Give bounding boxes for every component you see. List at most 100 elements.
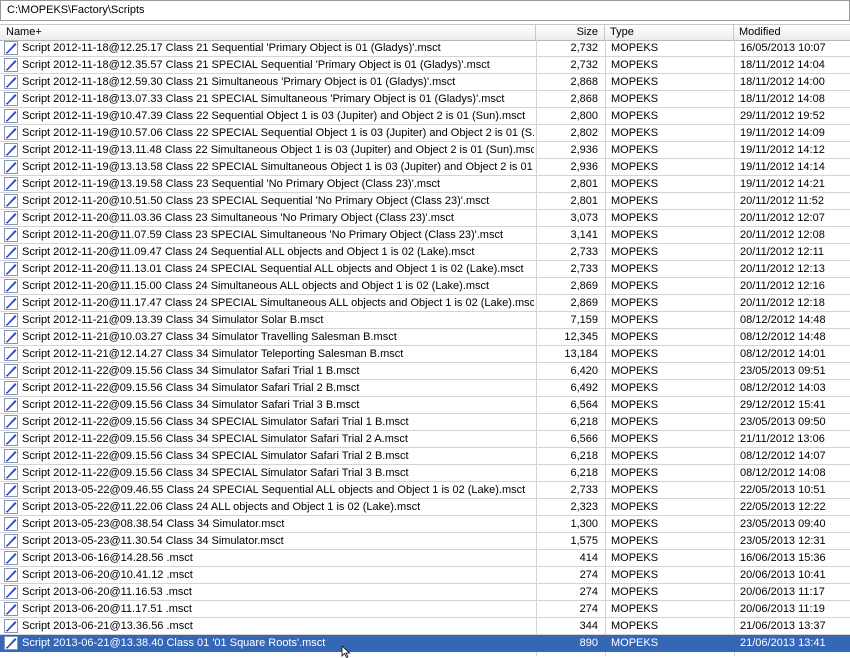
file-row[interactable]: Script 2012-11-22@09.15.56 Class 34 SPEC… [0,431,850,448]
file-name: Script 2013-06-21@13.38.40 Class 01 '01 … [22,637,326,649]
file-type: MOPEKS [611,93,659,105]
file-type: MOPEKS [611,76,659,88]
file-modified: 20/06/2013 10:41 [740,569,826,581]
file-modified: 20/11/2012 11:52 [740,195,825,207]
file-row[interactable]: Script 2012-11-20@11.09.47 Class 24 Sequ… [0,244,850,261]
script-file-icon [4,585,18,599]
file-modified: 19/11/2012 14:21 [740,178,825,190]
file-size: 12,345 [564,331,598,343]
file-modified: 22/05/2013 10:51 [740,484,826,496]
file-name: Script 2013-06-20@11.17.51 .msct [22,603,192,615]
file-modified: 08/12/2012 14:48 [740,314,826,326]
file-name: Script 2012-11-20@11.15.00 Class 24 Simu… [22,280,490,292]
file-row[interactable]: Script 2012-11-20@11.17.47 Class 24 SPEC… [0,295,850,312]
file-size: 2,732 [570,59,598,71]
file-size: 6,420 [570,365,598,377]
file-row[interactable]: Script 2013-06-20@11.17.51 .msct 274 MOPEK… [0,601,850,618]
script-file-icon [4,330,18,344]
file-row[interactable]: Script 2012-11-19@13.11.48 Class 22 Simu… [0,142,850,159]
file-name: Script 2012-11-21@09.13.39 Class 34 Simu… [22,314,324,326]
file-row[interactable]: Script 2012-11-19@10.47.39 Class 22 Sequ… [0,108,850,125]
script-file-icon [4,466,18,480]
file-size: 2,936 [570,161,598,173]
file-row[interactable]: Script 2012-11-18@12.35.57 Class 21 SPEC… [0,57,850,74]
file-type: MOPEKS [611,620,659,632]
file-row[interactable]: Script 2012-11-21@10.03.27 Class 34 Simu… [0,329,850,346]
file-size: 2,733 [570,263,598,275]
file-size: 6,564 [570,399,598,411]
file-row[interactable]: Script 2012-11-20@11.13.01 Class 24 SPEC… [0,261,850,278]
file-modified: 23/05/2013 09:40 [740,518,826,530]
file-row[interactable]: Script 2013-05-23@08.38.54 Class 34 Simu… [0,516,850,533]
file-type: MOPEKS [611,229,659,241]
file-size: 7,159 [570,314,598,326]
script-file-icon [4,551,18,565]
script-file-icon [4,160,18,174]
file-type: MOPEKS [611,416,659,428]
file-name: Script 2012-11-22@09.15.56 Class 34 Simu… [22,382,360,394]
script-file-icon [4,381,18,395]
file-row[interactable]: Script 2013-06-20@11.16.53 .msct 274 MOPEK… [0,584,850,601]
column-header-bar: Name+ Size Type Modified [0,24,850,41]
file-modified: 16/06/2013 15:36 [740,552,826,564]
script-file-icon [4,449,18,463]
file-row[interactable]: Script 2012-11-22@09.15.56 Class 34 Simu… [0,397,850,414]
file-row[interactable]: Script 2012-11-22@09.15.56 Class 34 Simu… [0,363,850,380]
file-type: MOPEKS [611,382,659,394]
file-type: MOPEKS [611,569,659,581]
file-size: 890 [579,637,598,649]
file-row[interactable]: Script 2012-11-19@13.19.58 Class 23 Sequ… [0,176,850,193]
script-file-icon [4,41,18,55]
file-modified: 08/12/2012 14:07 [740,450,826,462]
file-modified: 19/11/2012 14:12 [740,144,825,156]
file-type: MOPEKS [611,552,659,564]
script-file-icon [4,568,18,582]
file-name: Script 2013-06-20@11.16.53 .msct [22,586,192,598]
column-header-modified[interactable]: Modified [734,25,850,40]
script-file-icon [4,619,18,633]
file-type: MOPEKS [611,637,659,649]
file-row[interactable]: Script 2012-11-22@09.15.56 Class 34 SPEC… [0,465,850,482]
column-header-type[interactable]: Type [605,25,734,40]
column-header-size[interactable]: Size [536,25,605,40]
file-row[interactable]: Script 2013-06-20@10.41.12 .msct 274 MOPEK… [0,567,850,584]
file-row[interactable]: Script 2013-06-21@13.38.40 Class 01 '01 … [0,635,850,652]
file-type: MOPEKS [611,331,659,343]
file-modified: 08/12/2012 14:01 [740,348,826,360]
file-row[interactable]: Script 2013-05-23@11.30.54 Class 34 Simu… [0,533,850,550]
script-file-icon [4,109,18,123]
file-row[interactable]: Script 2013-05-22@09.46.55 Class 24 SPEC… [0,482,850,499]
file-type: MOPEKS [611,110,659,122]
file-name: Script 2012-11-22@09.15.56 Class 34 SPEC… [22,467,409,479]
file-size: 2,323 [570,501,598,513]
file-row[interactable]: Script 2013-05-22@11.22.06 Class 24 ALL … [0,499,850,516]
file-row[interactable]: Script 2012-11-19@13.13.58 Class 22 SPEC… [0,159,850,176]
file-row[interactable]: Script 2012-11-18@13.07.33 Class 21 SPEC… [0,91,850,108]
file-row[interactable]: Script 2012-11-18@12.59.30 Class 21 Simu… [0,74,850,91]
column-header-name[interactable]: Name+ [0,25,536,40]
file-type: MOPEKS [611,212,659,224]
file-row[interactable]: Script 2012-11-21@12.14.27 Class 34 Simu… [0,346,850,363]
file-row[interactable]: Script 2012-11-19@10.57.06 Class 22 SPEC… [0,125,850,142]
script-file-icon [4,228,18,242]
address-bar[interactable]: C:\MOPEKS\Factory\Scripts [0,0,850,21]
file-size: 274 [579,586,598,598]
file-row[interactable]: Script 2013-06-16@14.28.56 .msct 414 MOPEK… [0,550,850,567]
file-row[interactable]: Script 2012-11-22@09.15.56 Class 34 Simu… [0,380,850,397]
file-modified: 22/05/2013 12:22 [740,501,826,513]
file-row[interactable]: Script 2012-11-20@10.51.50 Class 23 SPEC… [0,193,850,210]
file-row[interactable]: Script 2012-11-18@12.25.17 Class 21 Sequ… [0,40,850,57]
script-file-icon [4,602,18,616]
file-row[interactable]: Script 2013-06-21@13.36.56 .msct 344 MOPEK… [0,618,850,635]
file-name: Script 2012-11-22@09.15.56 Class 34 Simu… [22,399,360,411]
file-modified: 19/11/2012 14:14 [740,161,825,173]
file-modified: 20/11/2012 12:07 [740,212,825,224]
file-row[interactable]: Script 2012-11-20@11.07.59 Class 23 SPEC… [0,227,850,244]
file-row[interactable]: Script 2012-11-22@09.15.56 Class 34 SPEC… [0,448,850,465]
file-name: Script 2012-11-19@13.11.48 Class 22 Simu… [22,144,534,156]
file-row[interactable]: Script 2012-11-20@11.15.00 Class 24 Simu… [0,278,850,295]
file-row[interactable]: Script 2012-11-21@09.13.39 Class 34 Simu… [0,312,850,329]
file-row[interactable]: Script 2012-11-22@09.15.56 Class 34 SPEC… [0,414,850,431]
file-size: 2,802 [570,127,598,139]
file-row[interactable]: Script 2012-11-20@11.03.36 Class 23 Simu… [0,210,850,227]
